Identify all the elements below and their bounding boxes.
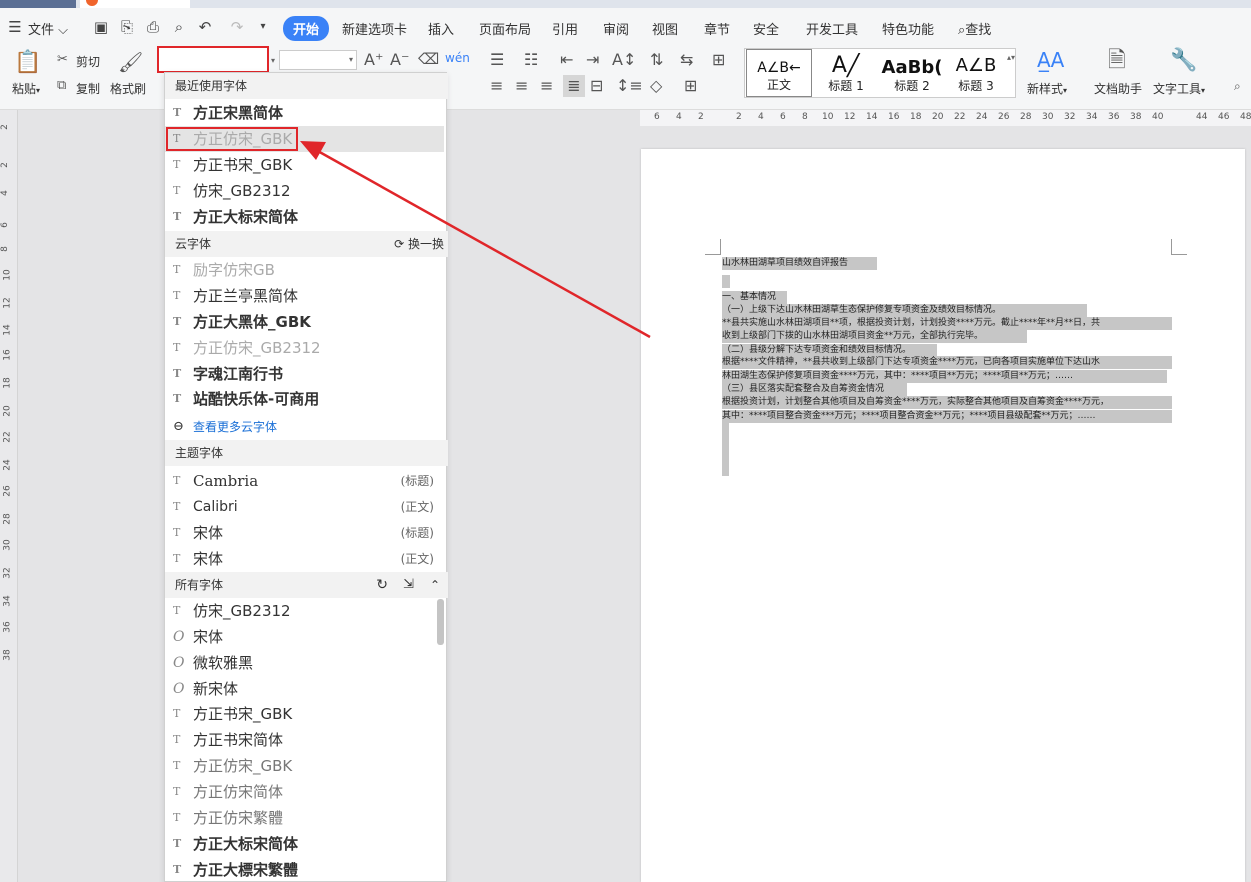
annotation-arrow (300, 141, 651, 339)
